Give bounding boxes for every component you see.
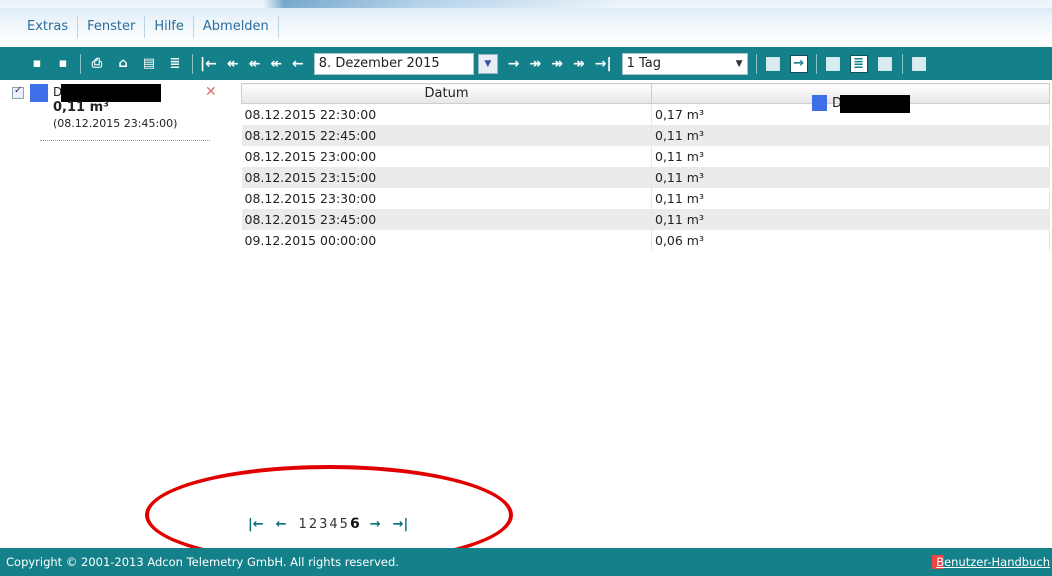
cell-value: 0,06 m³	[651, 229, 1050, 251]
table-body: 08.12.2015 22:30:00 0,17 m³ 08.12.2015 22:…	[241, 103, 1050, 251]
page-link[interactable]: 4	[329, 517, 337, 532]
cell-date: 08.12.2015 22:45:00	[241, 124, 652, 146]
toolbar-separator	[192, 53, 193, 74]
table-header-row: Datum D	[241, 83, 1050, 113]
header: Extras Fenster Hilfe Abmelden	[0, 0, 1052, 44]
back-7-days-icon[interactable]: ↞	[249, 56, 261, 72]
sensor-current-value: 0,11 m³	[53, 100, 109, 115]
menu-item-fenster[interactable]: Fenster	[78, 16, 146, 38]
table-row: 08.12.2015 23:45:00 0,11 m³	[241, 208, 1050, 230]
redaction-bar	[840, 94, 910, 113]
app-window: Extras Fenster Hilfe Abmelden ▪ ▪ ⎙ ⌂ ▤ …	[0, 0, 1052, 576]
range-select-value: 1 Tag	[626, 55, 661, 71]
current-page: 6	[349, 516, 360, 532]
last-page-icon[interactable]: →|	[393, 517, 409, 532]
back-1-day-icon[interactable]: ↞	[270, 56, 282, 72]
remove-icon[interactable]: ✕	[205, 84, 217, 100]
column-header-datum[interactable]: Datum	[241, 83, 652, 104]
sensor-color-swatch	[812, 94, 827, 111]
chevron-down-icon: ▼	[735, 58, 743, 69]
table-row: 08.12.2015 22:45:00 0,11 m³	[241, 124, 1050, 146]
back-30-days-icon[interactable]: ↞	[227, 56, 239, 72]
page-link[interactable]: 5	[340, 517, 348, 532]
previous-icon[interactable]: ←	[292, 56, 304, 72]
manual-link[interactable]: Benutzer-Handbuch	[936, 548, 1050, 576]
previous-page-icon[interactable]: ←	[276, 517, 287, 532]
divider	[40, 140, 210, 141]
table-row: 08.12.2015 22:30:00 0,17 m³	[241, 103, 1050, 125]
page-link[interactable]: 1	[299, 517, 307, 532]
auto-scroll-icon[interactable]: →	[789, 54, 808, 73]
toolbar: ▪ ▪ ⎙ ⌂ ▤ ≣ |← ↞ ↞ ↞ ← 8. Dezember 2015 …	[0, 47, 1052, 80]
cell-date: 09.12.2015 00:00:00	[241, 229, 652, 251]
first-page-icon[interactable]: |←	[248, 517, 264, 532]
date-input[interactable]: 8. Dezember 2015	[313, 52, 474, 75]
thermometer-icon[interactable]	[876, 55, 894, 73]
menu-bar: Extras Fenster Hilfe Abmelden	[19, 16, 279, 38]
zoom-chart-icon[interactable]	[764, 55, 782, 73]
pdf-export-icon[interactable]: ⌂	[114, 55, 132, 73]
cell-value: 0,11 m³	[651, 124, 1050, 146]
table-row: 08.12.2015 23:30:00 0,11 m³	[241, 187, 1050, 209]
cell-date: 08.12.2015 23:15:00	[241, 166, 652, 188]
toolbar-separator	[901, 53, 903, 74]
sensor-color-swatch	[30, 84, 48, 102]
range-select[interactable]: 1 Tag ▼	[621, 52, 748, 75]
cell-value: 0,11 m³	[651, 208, 1050, 230]
cell-date: 08.12.2015 22:30:00	[241, 103, 652, 125]
table-view-icon[interactable]: ≣	[849, 54, 868, 73]
save-as-icon[interactable]: ▪	[54, 55, 72, 73]
table-row: 08.12.2015 23:15:00 0,11 m³	[241, 166, 1050, 188]
footer: Copyright © 2001-2013 Adcon Telemetry Gm…	[0, 548, 1052, 576]
chart-view-icon[interactable]	[824, 55, 842, 73]
forward-1-day-icon[interactable]: ↠	[530, 56, 542, 72]
first-period-icon[interactable]: |←	[200, 56, 217, 72]
cell-date: 08.12.2015 23:00:00	[241, 145, 652, 167]
forward-7-days-icon[interactable]: ↠	[551, 56, 563, 72]
page-link[interactable]: 3	[319, 517, 327, 532]
sensor-checkbox[interactable]	[12, 85, 24, 99]
next-icon[interactable]: →	[508, 56, 520, 72]
toolbar-separator	[755, 53, 757, 74]
header-decoration	[0, 0, 1052, 8]
cell-value: 0,11 m³	[651, 166, 1050, 188]
cell-date: 08.12.2015 23:45:00	[241, 208, 652, 230]
last-period-icon[interactable]: →|	[595, 56, 612, 72]
table-row: 08.12.2015 23:00:00 0,11 m³	[241, 145, 1050, 167]
calendar-dropdown-icon[interactable]: ▼	[477, 53, 498, 74]
menu-item-abmelden[interactable]: Abmelden	[194, 16, 279, 38]
menu-item-hilfe[interactable]: Hilfe	[145, 16, 194, 38]
toolbar-separator	[80, 53, 81, 74]
cell-date: 08.12.2015 23:30:00	[241, 187, 652, 209]
column-header-sensor[interactable]: D	[651, 83, 1050, 113]
pagination: |← ← 1 2 3 4 5 6 → →|	[248, 516, 420, 532]
data-table: Datum D 08.12.2015 22:30:00 0,17 m³ 08.12.…	[241, 83, 1050, 251]
next-page-icon[interactable]: →	[370, 517, 381, 532]
settings-icon[interactable]	[910, 55, 928, 73]
csv-export-icon[interactable]: ▤	[140, 55, 158, 73]
toolbar-separator	[815, 53, 817, 74]
cell-value: 0,11 m³	[651, 145, 1050, 167]
report-icon[interactable]: ≣	[166, 55, 184, 73]
page-link[interactable]: 2	[309, 517, 317, 532]
cell-value: 0,11 m³	[651, 187, 1050, 209]
save-icon[interactable]: ▪	[28, 55, 46, 73]
forward-30-days-icon[interactable]: ↠	[573, 56, 585, 72]
table-row: 09.12.2015 00:00:00 0,06 m³	[241, 229, 1050, 251]
copyright-text: Copyright © 2001-2013 Adcon Telemetry Gm…	[6, 555, 399, 569]
sensor-timestamp: (08.12.2015 23:45:00)	[53, 117, 178, 130]
print-icon[interactable]: ⎙	[88, 55, 106, 73]
menu-item-extras[interactable]: Extras	[19, 16, 79, 38]
